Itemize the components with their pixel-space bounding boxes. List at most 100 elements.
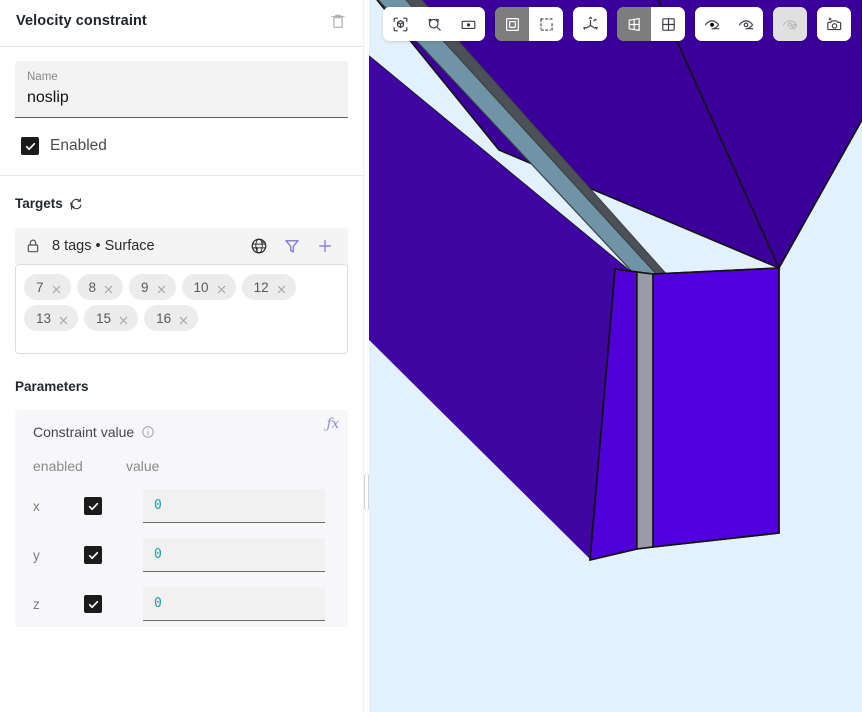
parameter-row-x: x0 — [15, 489, 348, 523]
selection-group — [495, 7, 563, 41]
eye-show-icon[interactable] — [729, 7, 763, 41]
section-divider-1 — [0, 175, 363, 176]
header-divider — [0, 46, 363, 47]
target-tag-label: 7 — [36, 280, 44, 295]
perspective-grid-icon[interactable] — [617, 7, 651, 41]
name-field-value: noslip — [27, 86, 336, 110]
enabled-checkbox[interactable] — [21, 137, 39, 155]
axis-label-x: x — [33, 499, 84, 514]
remove-tag-icon[interactable] — [58, 313, 69, 324]
axis-value-text: 0 — [154, 596, 162, 611]
application-root: Velocity constraint Name noslip Enabled — [0, 0, 862, 712]
target-tag-label: 15 — [96, 311, 111, 326]
lock-icon[interactable] — [25, 238, 41, 254]
remove-tag-icon[interactable] — [178, 313, 189, 324]
filter-icon[interactable] — [283, 237, 301, 255]
axis-enabled-cell — [84, 497, 143, 515]
axes-triad-icon[interactable] — [573, 7, 607, 41]
axis-value-input-z[interactable]: 0 — [143, 587, 325, 621]
target-tags-list: 7 8 9 10 12 13 15 16 — [15, 264, 348, 354]
axis-value-input-x[interactable]: 0 — [143, 489, 325, 523]
enabled-row[interactable]: Enabled — [21, 137, 363, 155]
screenshot-camera-icon[interactable] — [817, 7, 851, 41]
target-tag-chip[interactable]: 9 — [129, 274, 176, 300]
capture-group — [817, 7, 851, 41]
target-tag-label: 13 — [36, 311, 51, 326]
zoom-region-icon[interactable] — [451, 7, 485, 41]
remove-tag-icon[interactable] — [103, 282, 114, 293]
target-tag-chip[interactable]: 10 — [182, 274, 236, 300]
target-tag-label: 8 — [89, 280, 97, 295]
axis-value-text: 0 — [154, 547, 162, 562]
target-tag-chip[interactable]: 8 — [77, 274, 124, 300]
remove-tag-icon[interactable] — [156, 282, 167, 293]
view-group — [383, 7, 485, 41]
target-tag-chip[interactable]: 13 — [24, 305, 78, 331]
target-tag-label: 9 — [141, 280, 149, 295]
target-tag-label: 16 — [156, 311, 171, 326]
eye-minus-icon[interactable] — [695, 7, 729, 41]
3d-viewport[interactable] — [369, 0, 862, 712]
page-title: Velocity constraint — [16, 13, 147, 29]
globe-icon[interactable] — [250, 237, 268, 255]
axis-label-z: z — [33, 597, 84, 612]
remove-tag-icon[interactable] — [276, 282, 287, 293]
axis-enabled-checkbox-x[interactable] — [84, 497, 102, 515]
refresh-icon[interactable] — [69, 197, 83, 211]
constraint-value-row: Constraint value — [15, 424, 348, 440]
eye-reset-icon — [773, 7, 807, 41]
target-tag-chip[interactable]: 15 — [84, 305, 138, 331]
targets-actions — [250, 237, 334, 255]
name-field[interactable]: Name noslip — [15, 61, 348, 118]
constraint-value-label: Constraint value — [33, 424, 134, 440]
constraint-value-card: ƒx Constraint value enabled value x0y0z0 — [15, 410, 348, 627]
targets-section: Targets 8 tags • Surface — [0, 196, 363, 354]
properties-panel: Velocity constraint Name noslip Enabled — [0, 0, 363, 712]
axis-value-input-y[interactable]: 0 — [143, 538, 325, 572]
remove-tag-icon[interactable] — [118, 313, 129, 324]
fit-to-scene-icon[interactable] — [383, 7, 417, 41]
axis-enabled-cell — [84, 546, 143, 564]
targets-summary-bar: 8 tags • Surface — [15, 228, 348, 264]
axes-group — [573, 7, 607, 41]
zoom-to-selection-icon[interactable] — [417, 7, 451, 41]
trash-icon[interactable] — [329, 12, 347, 30]
viewport-toolbar — [369, 0, 862, 48]
box-select-icon[interactable] — [529, 7, 563, 41]
visibility-group — [695, 7, 763, 41]
targets-title: Targets — [15, 196, 63, 211]
parameters-title: Parameters — [15, 379, 363, 394]
plus-icon[interactable] — [316, 237, 334, 255]
targets-section-header: Targets — [15, 196, 348, 211]
axis-enabled-checkbox-z[interactable] — [84, 595, 102, 613]
target-tag-chip[interactable]: 12 — [242, 274, 296, 300]
target-tag-chip[interactable]: 16 — [144, 305, 198, 331]
targets-summary-label: 8 tags • Surface — [52, 238, 155, 254]
target-tag-label: 12 — [254, 280, 269, 295]
parameter-row-z: z0 — [15, 587, 348, 621]
remove-tag-icon[interactable] — [51, 282, 62, 293]
axis-enabled-cell — [84, 595, 143, 613]
parameter-row-y: y0 — [15, 538, 348, 572]
name-field-label: Name — [27, 69, 336, 85]
panel-header: Velocity constraint — [0, 4, 363, 38]
column-header-enabled: enabled — [33, 458, 126, 474]
remove-tag-icon[interactable] — [216, 282, 227, 293]
target-tag-label: 10 — [194, 280, 209, 295]
layout-group — [617, 7, 685, 41]
target-tag-chip[interactable]: 7 — [24, 274, 71, 300]
panel-divider — [363, 0, 368, 712]
info-circle-icon[interactable] — [141, 425, 155, 439]
axis-value-text: 0 — [154, 498, 162, 513]
formula-fx-button[interactable]: ƒx — [327, 416, 339, 432]
isolate-group — [773, 7, 807, 41]
parameter-rows: x0y0z0 — [15, 489, 348, 621]
grid-layout-icon[interactable] — [651, 7, 685, 41]
axis-enabled-checkbox-y[interactable] — [84, 546, 102, 564]
parameters-column-headers: enabled value — [15, 458, 348, 474]
panel-resize-handle[interactable] — [364, 474, 369, 510]
beam-geometry — [369, 0, 862, 712]
axis-label-y: y — [33, 548, 84, 563]
enabled-label: Enabled — [50, 137, 107, 155]
solid-select-icon[interactable] — [495, 7, 529, 41]
